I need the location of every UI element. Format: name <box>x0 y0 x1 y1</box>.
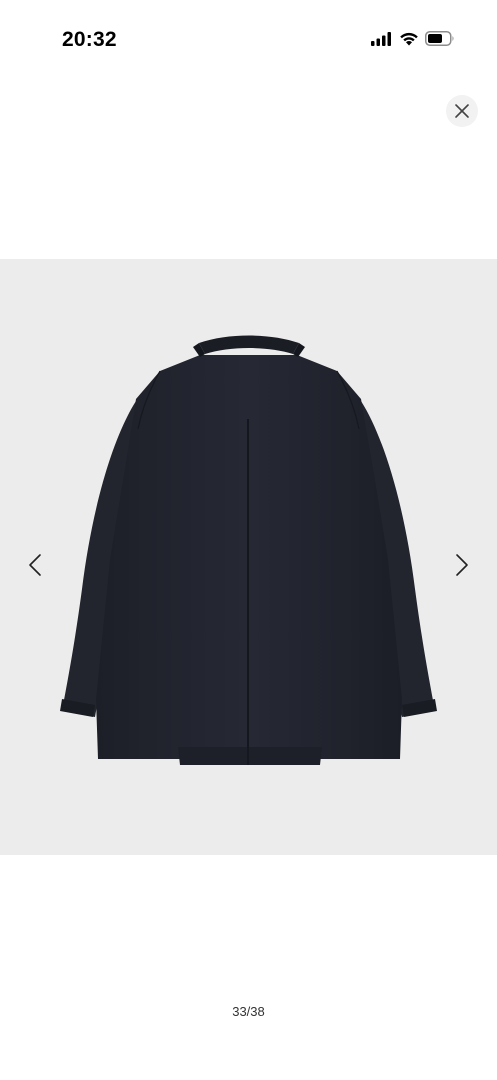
jacket-illustration <box>60 335 437 765</box>
close-icon <box>455 104 469 118</box>
wifi-icon <box>400 32 418 46</box>
status-bar: 20:32 <box>0 0 497 80</box>
chevron-right-icon <box>456 554 468 576</box>
signal-icon <box>371 31 391 46</box>
battery-icon <box>425 31 454 46</box>
status-time: 20:32 <box>62 28 117 51</box>
image-counter: 33/38 <box>232 1004 265 1019</box>
chevron-left-icon <box>29 554 41 576</box>
product-image[interactable] <box>0 259 497 855</box>
close-button[interactable] <box>446 95 478 127</box>
status-icons <box>371 31 455 46</box>
next-image-button[interactable] <box>447 545 477 585</box>
previous-image-button[interactable] <box>20 545 50 585</box>
